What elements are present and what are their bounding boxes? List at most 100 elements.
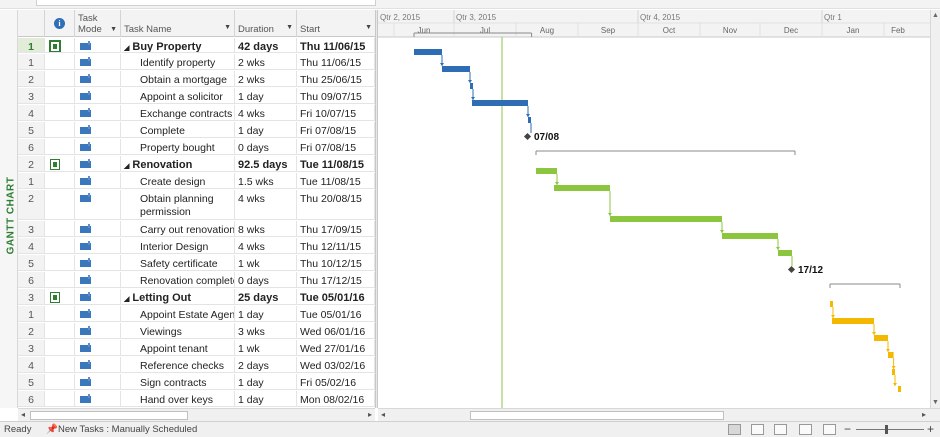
task-bar[interactable]: [472, 100, 528, 106]
duration-cell[interactable]: 1 wk: [235, 340, 297, 355]
row-number[interactable]: 2: [18, 156, 45, 171]
row-task-mode[interactable]: [75, 272, 121, 287]
task-bar[interactable]: [414, 49, 442, 55]
row-indicator[interactable]: [45, 190, 75, 219]
row-task-mode[interactable]: [75, 238, 121, 253]
row-task-mode[interactable]: [75, 71, 121, 86]
task-row[interactable]: 3 Appoint a solicitor 1 day Thu 09/07/15: [18, 88, 375, 104]
row-task-mode[interactable]: [75, 306, 121, 321]
task-name-cell[interactable]: Reference checks: [121, 357, 235, 372]
milestone-diamond[interactable]: [523, 132, 532, 141]
chart-horizontal-scrollbar[interactable]: ◂ ▸: [378, 408, 940, 421]
row-task-mode[interactable]: [75, 38, 121, 52]
row-task-mode[interactable]: [75, 139, 121, 154]
scroll-right-icon[interactable]: ▸: [922, 410, 926, 419]
row-number[interactable]: 1: [18, 38, 45, 52]
task-bar[interactable]: [554, 185, 610, 191]
task-bar[interactable]: [722, 233, 778, 239]
row-indicator[interactable]: [45, 139, 75, 154]
grid-horizontal-scrollbar[interactable]: ◂ ▸: [18, 408, 375, 421]
row-number[interactable]: 3: [18, 289, 45, 304]
row-indicator[interactable]: [45, 38, 75, 52]
chart-scroll-thumb[interactable]: [470, 411, 724, 420]
collapse-icon[interactable]: ◢: [124, 163, 129, 170]
start-cell[interactable]: Thu 17/12/15: [297, 272, 375, 287]
row-task-mode[interactable]: [75, 221, 121, 236]
resource-sheet-button[interactable]: [799, 424, 812, 435]
row-indicator[interactable]: [45, 272, 75, 287]
task-name-cell[interactable]: Appoint tenant: [121, 340, 235, 355]
start-cell[interactable]: Fri 10/07/15: [297, 105, 375, 120]
task-name-cell[interactable]: Identify property: [121, 54, 235, 69]
column-task-name[interactable]: Task Name ▼: [121, 10, 235, 37]
task-name-cell[interactable]: Obtain a mortgage: [121, 71, 235, 86]
row-task-mode[interactable]: [75, 88, 121, 103]
duration-cell[interactable]: 1 day: [235, 122, 297, 137]
chevron-down-icon[interactable]: ▼: [224, 24, 231, 31]
row-indicator[interactable]: [45, 71, 75, 86]
scroll-left-icon[interactable]: ◂: [21, 410, 25, 419]
collapse-icon[interactable]: ◢: [124, 296, 129, 303]
duration-cell[interactable]: 0 days: [235, 272, 297, 287]
row-number[interactable]: 4: [18, 105, 45, 120]
task-name-cell[interactable]: Exchange contracts: [121, 105, 235, 120]
zoom-slider-thumb[interactable]: [885, 425, 888, 434]
duration-cell[interactable]: 92.5 days: [235, 156, 297, 171]
task-name-cell[interactable]: Complete: [121, 122, 235, 137]
row-indicator[interactable]: [45, 122, 75, 137]
row-task-mode[interactable]: [75, 323, 121, 338]
start-cell[interactable]: Thu 10/12/15: [297, 255, 375, 270]
vertical-scrollbar[interactable]: ▲ ▼: [930, 10, 940, 408]
task-row[interactable]: 4 Exchange contracts 4 wks Fri 10/07/15: [18, 105, 375, 121]
chevron-down-icon[interactable]: ▼: [286, 24, 293, 31]
start-cell[interactable]: Tue 11/08/15: [297, 173, 375, 188]
row-number[interactable]: 3: [18, 221, 45, 236]
grid-scroll-thumb[interactable]: [30, 411, 188, 420]
task-row[interactable]: 2 Obtain a mortgage 2 wks Thu 25/06/15: [18, 71, 375, 87]
task-name-cell[interactable]: Obtain planning permission: [121, 190, 235, 219]
task-name-cell[interactable]: Property bought: [121, 139, 235, 154]
start-cell[interactable]: Thu 09/07/15: [297, 88, 375, 103]
chevron-down-icon[interactable]: ▼: [110, 24, 117, 35]
duration-cell[interactable]: 1 day: [235, 374, 297, 389]
task-bar[interactable]: [442, 66, 470, 72]
task-bar[interactable]: [536, 168, 557, 174]
task-row[interactable]: 2 Obtain planning permission 4 wks Thu 20/0…: [18, 190, 375, 220]
row-indicator[interactable]: [45, 357, 75, 372]
row-number[interactable]: 2: [18, 190, 45, 219]
zoom-in-button[interactable]: +: [927, 422, 934, 436]
row-number[interactable]: 6: [18, 391, 45, 406]
start-cell[interactable]: Thu 20/08/15: [297, 190, 375, 219]
column-start[interactable]: Start ▼: [297, 10, 375, 37]
zoom-out-button[interactable]: −: [844, 422, 851, 436]
task-row[interactable]: 1 Appoint Estate Agent 1 day Tue 05/01/16: [18, 306, 375, 322]
row-task-mode[interactable]: [75, 374, 121, 389]
task-name-cell[interactable]: Appoint a solicitor: [121, 88, 235, 103]
row-indicator[interactable]: [45, 88, 75, 103]
select-all-corner[interactable]: [18, 10, 45, 37]
task-row[interactable]: 6 Renovation complete 0 days Thu 17/12/15: [18, 272, 375, 288]
task-name-cell[interactable]: Carry out renovation: [121, 221, 235, 236]
task-usage-button[interactable]: [751, 424, 764, 435]
start-cell[interactable]: Wed 03/02/16: [297, 357, 375, 372]
start-cell[interactable]: Thu 11/06/15: [297, 38, 375, 52]
scroll-up-icon[interactable]: ▲: [932, 12, 939, 19]
row-indicator[interactable]: [45, 289, 75, 304]
duration-cell[interactable]: 1.5 wks: [235, 173, 297, 188]
duration-cell[interactable]: 4 wks: [235, 190, 297, 219]
task-name-cell[interactable]: Interior Design: [121, 238, 235, 253]
row-task-mode[interactable]: [75, 289, 121, 304]
start-cell[interactable]: Tue 11/08/15: [297, 156, 375, 171]
row-indicator[interactable]: [45, 156, 75, 171]
duration-cell[interactable]: 3 wks: [235, 323, 297, 338]
row-task-mode[interactable]: [75, 156, 121, 171]
task-name-cell[interactable]: Create design: [121, 173, 235, 188]
collapse-icon[interactable]: ◢: [124, 45, 129, 52]
row-indicator[interactable]: [45, 374, 75, 389]
row-indicator[interactable]: [45, 173, 75, 188]
row-task-mode[interactable]: [75, 54, 121, 69]
reports-button[interactable]: [823, 424, 836, 435]
start-cell[interactable]: Wed 27/01/16: [297, 340, 375, 355]
row-task-mode[interactable]: [75, 173, 121, 188]
row-number[interactable]: 1: [18, 54, 45, 69]
